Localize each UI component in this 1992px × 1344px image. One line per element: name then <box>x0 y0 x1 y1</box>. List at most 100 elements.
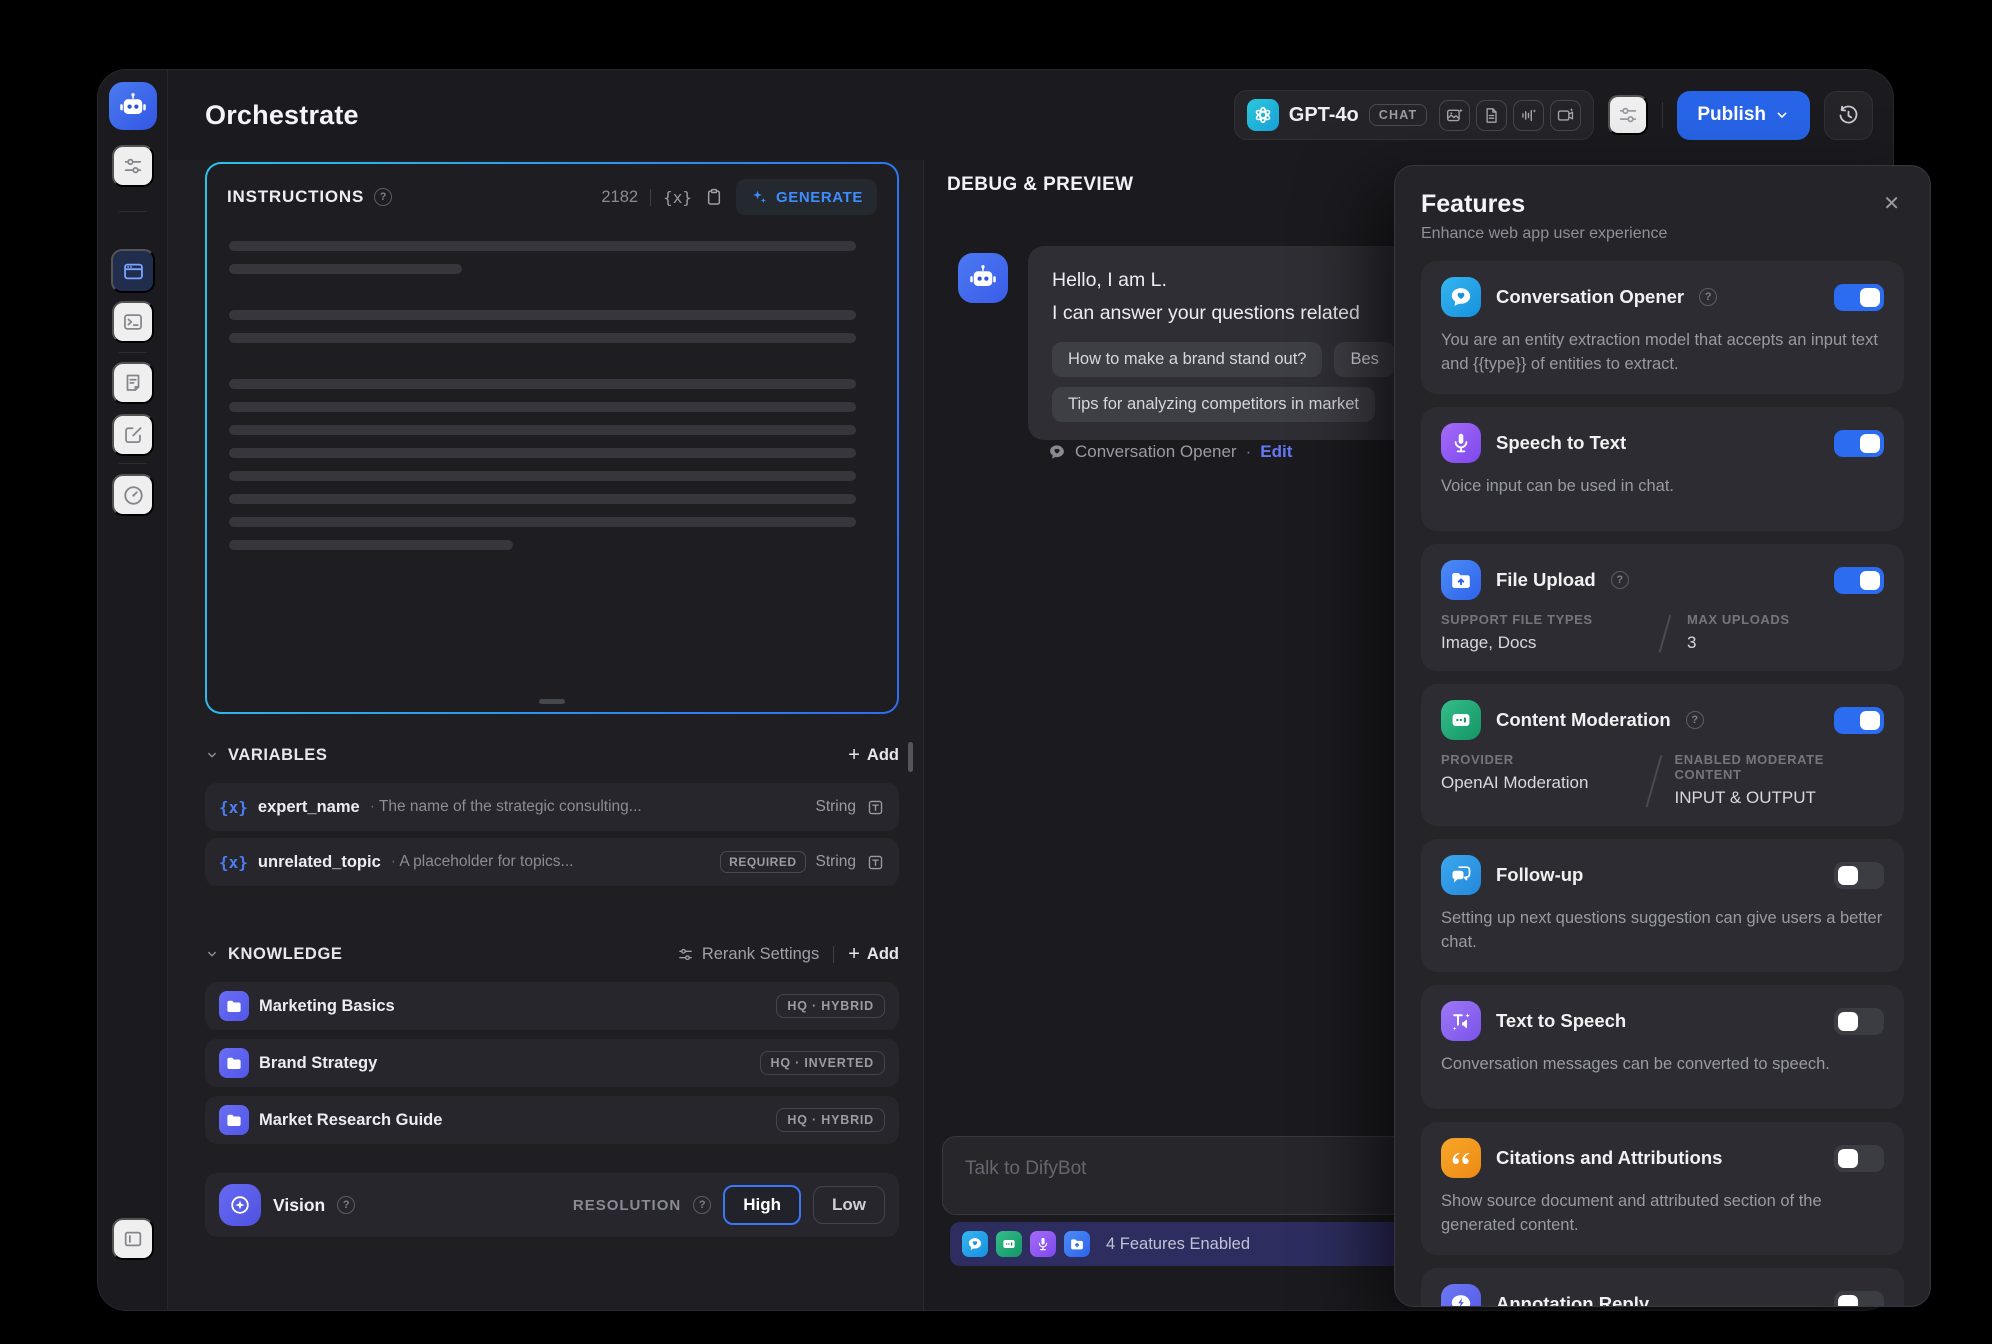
add-variable-button[interactable]: +Add <box>848 745 899 765</box>
feature-toggle[interactable] <box>1834 284 1884 311</box>
publish-button[interactable]: Publish <box>1677 91 1810 140</box>
feature-toggle[interactable] <box>1834 1008 1884 1035</box>
field-value: 3 <box>1687 633 1790 653</box>
feature-toggle[interactable] <box>1834 1291 1884 1308</box>
slash-divider <box>1631 752 1675 808</box>
resolution-low-button[interactable]: Low <box>813 1186 885 1224</box>
sidebar-item-monitoring[interactable] <box>112 474 154 516</box>
retrieval-badge: HQ · HYBRID <box>776 1108 885 1132</box>
required-badge: REQUIRED <box>720 851 805 873</box>
header-actions: GPT-4o CHAT Publish <box>1234 90 1873 140</box>
chevron-down-icon[interactable] <box>205 947 219 961</box>
help-icon[interactable] <box>1686 711 1704 729</box>
clipboard-icon[interactable] <box>704 187 724 207</box>
variable-name: unrelated_topic <box>258 853 381 872</box>
dot-separator <box>1246 442 1252 462</box>
knowledge-title: KNOWLEDGE <box>228 945 342 964</box>
string-type-icon[interactable] <box>866 798 885 817</box>
feature-title: Annotation Reply <box>1496 1293 1649 1307</box>
page-title: Orchestrate <box>205 100 359 131</box>
sidebar-item-orchestrate[interactable] <box>111 249 155 293</box>
feature-title: Citations and Attributions <box>1496 1147 1722 1169</box>
feature-description: You are an entity extraction model that … <box>1441 328 1884 376</box>
suggestion-chip[interactable]: Bes <box>1334 342 1394 377</box>
folder-icon <box>219 1105 249 1135</box>
variable-token-icon[interactable]: {x} <box>663 188 692 207</box>
help-icon[interactable] <box>337 1196 355 1214</box>
sidebar-collapse-button[interactable] <box>112 1218 154 1260</box>
edit-icon <box>122 424 144 446</box>
feature-card-content-moderation: Content Moderation PROVIDER OpenAI Moder… <box>1421 684 1904 826</box>
variable-name: expert_name <box>258 798 360 817</box>
receipt-icon <box>122 372 144 394</box>
variable-row[interactable]: {x} expert_name The name of the strategi… <box>205 783 899 831</box>
knowledge-row[interactable]: Marketing Basics HQ · HYBRID <box>205 982 899 1030</box>
help-icon[interactable] <box>693 1196 711 1214</box>
instructions-panel[interactable]: INSTRUCTIONS 2182 {x} GENERATE <box>205 162 899 714</box>
speech-to-text-icon <box>1030 1231 1056 1257</box>
feature-title: Follow-up <box>1496 864 1583 886</box>
feature-toggle[interactable] <box>1834 1145 1884 1172</box>
app-logo[interactable] <box>109 82 157 130</box>
image-icon[interactable] <box>1439 100 1470 131</box>
feature-description: Show source document and attributed sect… <box>1441 1189 1884 1237</box>
feature-card-follow-up: Follow-up Setting up next questions sugg… <box>1421 839 1904 972</box>
skeleton-line <box>229 379 856 389</box>
suggestion-chip[interactable]: Tips for analyzing competitors in market <box>1052 387 1375 422</box>
video-icon[interactable] <box>1550 100 1581 131</box>
feature-card-text-to-speech: Text to Speech Conversation messages can… <box>1421 985 1904 1109</box>
resolution-label: RESOLUTION <box>573 1197 681 1214</box>
resolution-high-button[interactable]: High <box>723 1185 801 1225</box>
openai-icon <box>1247 99 1279 131</box>
variable-row[interactable]: {x} unrelated_topic A placeholder for to… <box>205 838 899 886</box>
resize-handle[interactable] <box>539 699 565 704</box>
edit-opener-button[interactable]: Edit <box>1260 442 1292 462</box>
scrollbar-thumb[interactable] <box>908 742 913 772</box>
field-label: MAX UPLOADS <box>1687 612 1790 627</box>
skeleton-line <box>229 264 462 274</box>
skeleton-line <box>229 471 856 481</box>
generate-button[interactable]: GENERATE <box>736 179 877 215</box>
conversation-opener-icon <box>1441 277 1481 317</box>
feature-toggle[interactable] <box>1834 862 1884 889</box>
sidebar-item-terminal[interactable] <box>112 301 154 343</box>
model-settings-button[interactable] <box>1608 95 1648 135</box>
feature-toggle[interactable] <box>1834 707 1884 734</box>
sidebar-item-settings[interactable] <box>112 145 154 187</box>
suggestion-chip[interactable]: How to make a brand stand out? <box>1052 342 1322 377</box>
skeleton-line <box>229 425 856 435</box>
rerank-settings-button[interactable]: Rerank Settings <box>677 945 819 964</box>
content-moderation-icon <box>1441 700 1481 740</box>
close-icon[interactable]: ✕ <box>1879 190 1904 218</box>
audio-icon[interactable] <box>1513 100 1544 131</box>
bot-avatar <box>958 253 1008 303</box>
knowledge-row[interactable]: Brand Strategy HQ · INVERTED <box>205 1039 899 1087</box>
feature-toggle[interactable] <box>1834 567 1884 594</box>
model-name: GPT-4o <box>1289 104 1359 127</box>
add-knowledge-button[interactable]: +Add <box>848 944 899 964</box>
skeleton-line <box>229 402 856 412</box>
chevron-down-icon[interactable] <box>205 748 219 762</box>
conversation-opener-icon <box>962 1231 988 1257</box>
sidebar-item-logs[interactable] <box>112 362 154 404</box>
char-count: 2182 <box>601 188 638 207</box>
history-button[interactable] <box>1824 91 1873 140</box>
header-divider <box>1662 102 1663 128</box>
opener-label: Conversation Opener <box>1075 442 1237 462</box>
string-type-icon[interactable] <box>866 853 885 872</box>
sidebar-item-annotations[interactable] <box>112 414 154 456</box>
field-value: INPUT & OUTPUT <box>1675 788 1885 808</box>
document-icon[interactable] <box>1476 100 1507 131</box>
model-selector[interactable]: GPT-4o CHAT <box>1234 90 1595 140</box>
retrieval-badge: HQ · INVERTED <box>760 1051 885 1075</box>
help-icon[interactable] <box>1699 288 1717 306</box>
field-label: SUPPORT FILE TYPES <box>1441 612 1641 627</box>
vision-card: Vision RESOLUTION High Low <box>205 1173 899 1237</box>
help-icon[interactable] <box>1611 571 1629 589</box>
knowledge-row[interactable]: Market Research Guide HQ · HYBRID <box>205 1096 899 1144</box>
help-icon[interactable] <box>374 188 392 206</box>
knowledge-header: KNOWLEDGE Rerank Settings +Add <box>205 939 899 969</box>
editor-column: INSTRUCTIONS 2182 {x} GENERATE VAR <box>168 160 924 1310</box>
features-subtitle: Enhance web app user experience <box>1421 225 1904 243</box>
feature-toggle[interactable] <box>1834 430 1884 457</box>
